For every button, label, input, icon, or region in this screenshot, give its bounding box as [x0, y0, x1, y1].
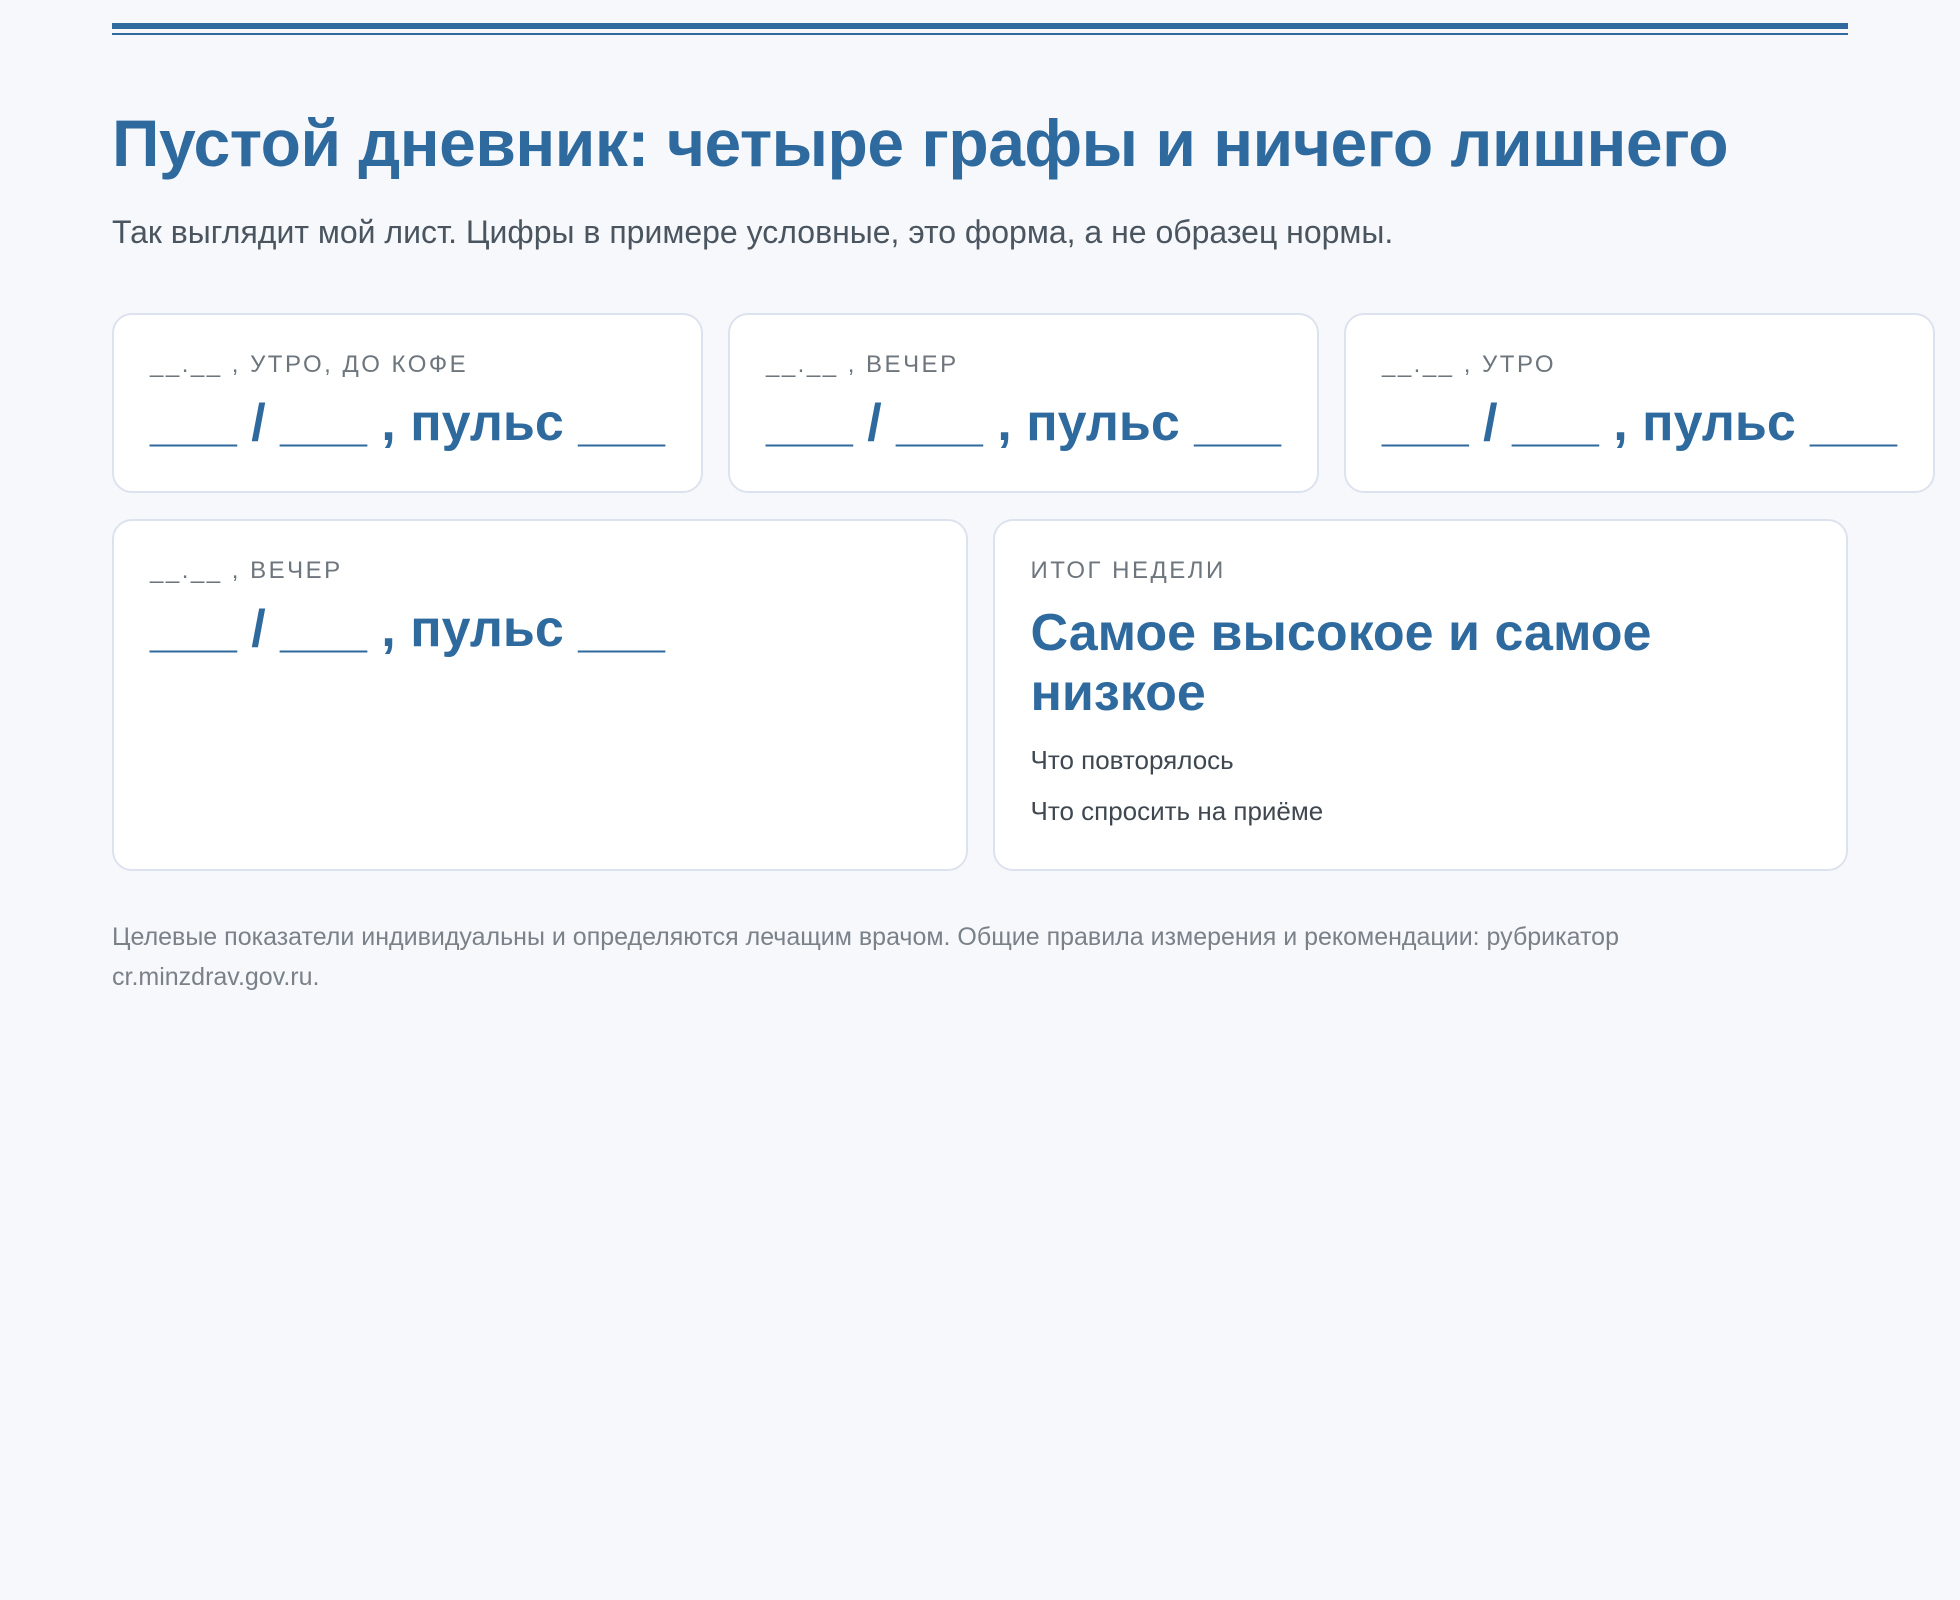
entry-value: ___ / ___ , пульс ___ — [150, 393, 665, 452]
page-lead: Так выглядит мой лист. Цифры в примере у… — [112, 213, 1394, 250]
entry-card-1: __.__ , утро, до кофе ___ / ___ , пульс … — [112, 312, 703, 493]
top-rule-thin — [112, 33, 1848, 35]
entry-card-2: __.__ , вечер ___ / ___ , пульс ___ — [727, 312, 1319, 493]
entry-value: ___ / ___ , пульс ___ — [150, 599, 665, 658]
summary-label: Итог недели — [1030, 556, 1226, 584]
diary-page: Пустой дневник: четыре графы и ничего ли… — [112, 0, 1935, 1022]
entries-row-bottom: __.__ , вечер ___ / ___ , пульс ___ Итог… — [112, 518, 1848, 871]
entries-row-top: __.__ , утро, до кофе ___ / ___ , пульс … — [112, 312, 1935, 493]
entry-value: ___ / ___ , пульс ___ — [765, 393, 1281, 452]
footnote: Целевые показатели индивидуальны и опред… — [112, 922, 1619, 991]
summary-title: Самое высокое и самое низкое — [1030, 603, 1652, 722]
entry-value: ___ / ___ , пульс ___ — [1381, 393, 1897, 452]
top-rule-thick — [112, 23, 1848, 29]
entry-card-3: __.__ , утро ___ / ___ , пульс ___ — [1343, 312, 1935, 493]
entry-label: __.__ , вечер — [765, 350, 959, 378]
page-title: Пустой дневник: четыре графы и ничего ли… — [112, 106, 1729, 180]
entry-label: __.__ , утро, до кофе — [150, 350, 469, 378]
entry-label: __.__ , утро — [1381, 350, 1557, 378]
summary-item: Что спросить на приёме — [1030, 795, 1324, 826]
summary-card: Итог недели Самое высокое и самое низкое… — [992, 518, 1848, 871]
entry-card-4: __.__ , вечер ___ / ___ , пульс ___ — [112, 518, 968, 871]
summary-item: Что повторялось — [1030, 744, 1234, 775]
entry-label: __.__ , вечер — [150, 556, 343, 584]
